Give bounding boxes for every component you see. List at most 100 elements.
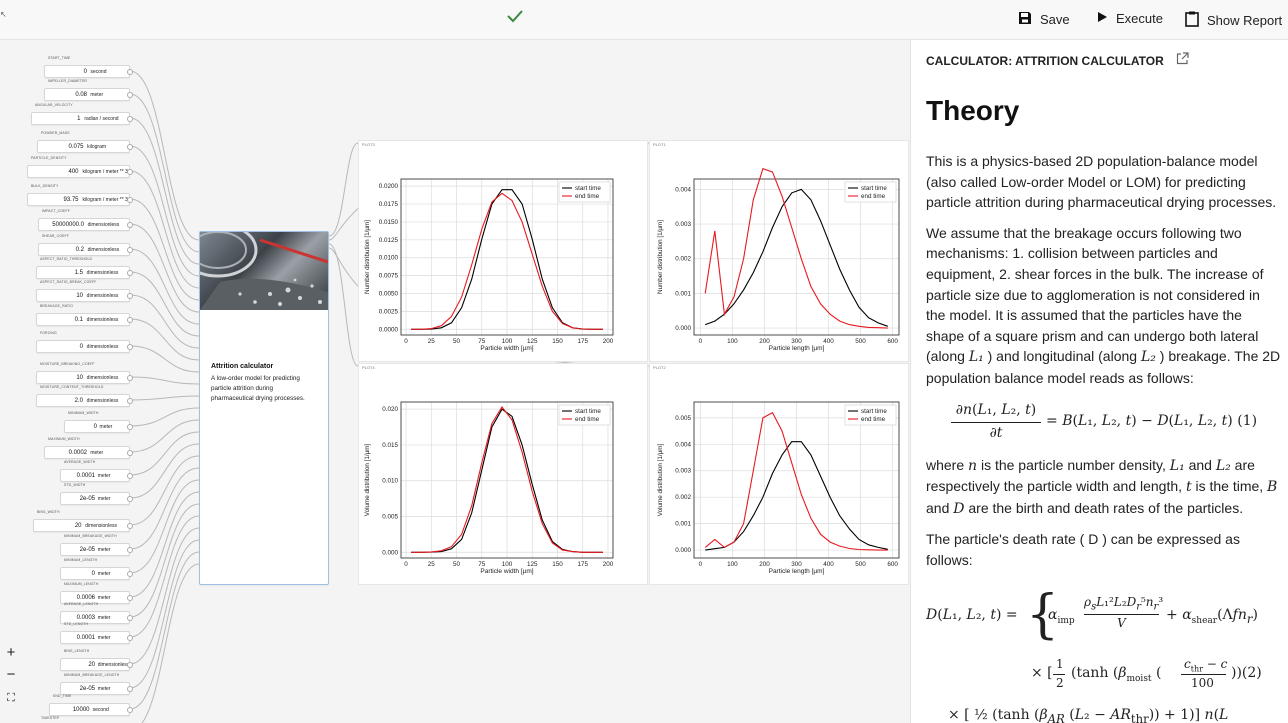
input-node[interactable]: ASPECT_RATIO_BREAK_COEFF 10 dimensionless	[36, 280, 133, 302]
output-port[interactable]	[127, 222, 133, 228]
plot-card[interactable]: PLOT4 0 25 50 75 100 125 150 175 200 0.000 0.005 0.0…	[358, 363, 648, 585]
x-tick-label: 150	[552, 338, 563, 345]
output-port[interactable]	[127, 686, 133, 692]
connection-wire	[129, 145, 200, 277]
input-node[interactable]: BINS_WIDTH 20 dimensionless	[33, 510, 133, 532]
output-port[interactable]	[127, 344, 133, 350]
zoom-in-button[interactable]: +	[4, 645, 18, 660]
output-port[interactable]	[127, 496, 133, 502]
input-node[interactable]: ANGULAR_VELOCITY 1 radian / second	[31, 103, 133, 125]
input-node[interactable]: END_TIME 10000 second	[49, 694, 133, 716]
plot-card[interactable]: PLOT3 0 25 50 75 100 125 150 175 200 0.0000 0.0025 0…	[358, 140, 648, 362]
input-node[interactable]: MAXIMUM_WIDTH 0.0002 meter	[44, 437, 133, 459]
input-value[interactable]: 20	[75, 523, 82, 529]
input-value[interactable]: 0	[80, 344, 83, 350]
input-value[interactable]: 2e-05	[80, 547, 95, 553]
save-button[interactable]: Save	[1018, 11, 1070, 28]
zoom-out-button[interactable]: −	[4, 667, 18, 682]
output-port[interactable]	[127, 424, 133, 430]
input-node[interactable]: MOISTURE_BREAKING_COEFF 10 dimensionless	[36, 362, 133, 384]
input-node[interactable]: FORCING 0 dimensionless	[36, 331, 133, 353]
output-port[interactable]	[127, 69, 133, 75]
input-node[interactable]: AVERAGE_WIDTH 0.0001 meter	[60, 460, 133, 482]
plot-label: PLOT1	[653, 142, 666, 147]
back-arrow-icon[interactable]: ↖	[0, 10, 7, 19]
input-value[interactable]: 0.075	[68, 144, 83, 150]
input-value[interactable]: 0.0003	[77, 615, 95, 621]
output-port[interactable]	[127, 571, 133, 577]
input-node[interactable]: MOISTURE_CONTENT_THRESHOLD 2.0 dimensionle…	[36, 385, 133, 407]
input-value[interactable]: 2e-05	[80, 496, 95, 502]
workflow-canvas[interactable]: START_TIME 0 second IMPELLER_DIAMETER 0.08 me…	[0, 40, 910, 723]
input-label: BINS_WIDTH	[37, 510, 60, 514]
input-node[interactable]: SHEAR_COEFF 0.2 dimensionless	[38, 234, 133, 256]
output-port[interactable]	[127, 375, 133, 381]
input-value[interactable]: 1.5	[75, 270, 83, 276]
output-port[interactable]	[127, 144, 133, 150]
input-value[interactable]: 10	[76, 375, 83, 381]
output-port[interactable]	[127, 595, 133, 601]
output-port[interactable]	[127, 116, 133, 122]
execute-button[interactable]: Execute	[1096, 11, 1163, 26]
input-value[interactable]: 10	[76, 293, 83, 299]
input-value[interactable]: 400	[68, 169, 78, 175]
input-node[interactable]: POWDER_MASS 0.075 kilogram	[37, 131, 133, 153]
input-value[interactable]: 10000	[73, 707, 90, 713]
input-value[interactable]: 50000000.0	[52, 222, 84, 228]
input-node[interactable]: BULK_DENSITY 93.75 kilogram / meter ** 3	[27, 184, 133, 206]
output-port[interactable]	[127, 547, 133, 553]
input-value[interactable]: 20	[88, 662, 95, 668]
output-port[interactable]	[127, 635, 133, 641]
input-value[interactable]: 0.2	[76, 247, 84, 253]
input-node[interactable]: IMPELLER_DIAMETER 0.08 meter	[44, 79, 133, 101]
input-value[interactable]: 0.0006	[77, 595, 95, 601]
output-port[interactable]	[127, 707, 133, 713]
input-value[interactable]: 0.0001	[77, 473, 95, 479]
input-label: MINIMUM_WIDTH	[68, 411, 99, 415]
connection-wire	[129, 376, 200, 385]
input-value[interactable]: 0	[84, 69, 87, 75]
output-port[interactable]	[127, 169, 133, 175]
input-node[interactable]: MINIMUM_BREAKAGE_WIDTH 2e-05 meter	[60, 534, 133, 556]
output-port[interactable]	[127, 293, 133, 299]
output-port[interactable]	[127, 317, 133, 323]
input-node[interactable]: BREAKAGE_RATIO 0.1 dimensionless	[36, 304, 133, 326]
input-node[interactable]: PARTICLE_DENSITY 400 kilogram / meter ** 3	[27, 156, 133, 178]
input-value[interactable]: 1	[77, 116, 80, 122]
input-value[interactable]: 0	[94, 424, 97, 430]
attrition-calculator-node[interactable]: Attrition calculator A low-order model f…	[199, 231, 329, 585]
output-port[interactable]	[127, 523, 133, 529]
input-value[interactable]: 0.08	[75, 92, 87, 98]
input-node[interactable]: ASPECT_RATIO_THRESHOLD 1.5 dimensionless	[36, 257, 133, 279]
output-port[interactable]	[127, 450, 133, 456]
output-port[interactable]	[127, 662, 133, 668]
input-value[interactable]: 0.1	[75, 317, 83, 323]
y-tick-label: 0.004	[675, 186, 691, 193]
output-port[interactable]	[127, 473, 133, 479]
input-node[interactable]: START_TIME 0 second	[44, 56, 133, 78]
input-value[interactable]: 2e-05	[80, 686, 95, 692]
input-value[interactable]: 0.0002	[69, 450, 87, 456]
plot-card[interactable]: PLOT1 0 100 200 300 400 500 600 0.000 0.001 0.002 0…	[649, 140, 909, 362]
show-report-button[interactable]: Show Report	[1185, 11, 1282, 30]
output-port[interactable]	[127, 197, 133, 203]
connection-wire	[129, 515, 200, 638]
input-node[interactable]: MINIMUM_WIDTH 0 meter	[64, 411, 133, 433]
input-node[interactable]: STD_WIDTH 2e-05 meter	[60, 483, 133, 505]
output-port[interactable]	[127, 270, 133, 276]
fit-view-button[interactable]: ⛶	[4, 691, 18, 705]
input-value[interactable]: 2.0	[75, 398, 83, 404]
output-port[interactable]	[127, 247, 133, 253]
output-port[interactable]	[127, 92, 133, 98]
input-value[interactable]: 93.75	[63, 197, 78, 203]
input-node[interactable]: MINIMUM_LENGTH 0 meter	[60, 558, 133, 580]
input-node[interactable]: STD_LENGTH 0.0001 meter	[60, 622, 133, 644]
output-port[interactable]	[127, 398, 133, 404]
input-value[interactable]: 0.0001	[77, 635, 95, 641]
input-node[interactable]: IMPACT_COEFF 50000000.0 dimensionless	[38, 209, 133, 231]
input-value[interactable]: 0	[92, 571, 95, 577]
open-external-icon[interactable]	[1176, 52, 1189, 70]
input-node[interactable]: BINS_LENGTH 20 dimensionless	[60, 649, 133, 671]
output-port[interactable]	[127, 615, 133, 621]
plot-card[interactable]: PLOT2 0 100 200 300 400 500 600 0.000 0.001 0.002 0…	[649, 363, 909, 585]
